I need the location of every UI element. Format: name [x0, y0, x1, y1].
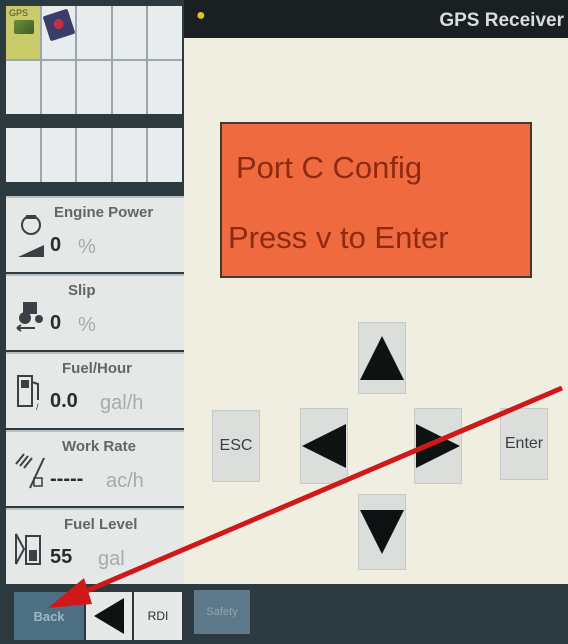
gauge-label: Fuel/Hour	[62, 360, 132, 377]
back-button[interactable]: Back	[14, 592, 84, 640]
previous-page-button[interactable]	[86, 592, 132, 640]
gps-tile-label: GPS	[9, 8, 29, 18]
shortcut-tile[interactable]	[112, 128, 147, 182]
gauge-value: 0.0	[50, 390, 78, 412]
shortcut-tile[interactable]	[77, 61, 111, 114]
down-arrow-icon	[360, 510, 404, 554]
gauge-label: Slip	[68, 282, 96, 299]
left-panel: GPS Engine Power 0 % Slip 0 % / Fuel/Hou…	[0, 0, 184, 644]
display-line-2: Press v to Enter	[228, 220, 449, 255]
engine-icon	[14, 212, 48, 260]
gauge-work-rate: Work Rate ----- ac/h	[6, 430, 184, 506]
shortcut-tile[interactable]	[6, 128, 40, 182]
gauge-value: 0	[50, 234, 62, 256]
shortcut-tile[interactable]	[41, 61, 76, 114]
book-icon	[42, 8, 75, 42]
gauge-unit: %	[78, 314, 96, 336]
svg-text:/: /	[36, 402, 39, 412]
window-title: GPS Receiver	[439, 10, 564, 31]
gauge-fuel-hour: / Fuel/Hour 0.0 gal/h	[6, 352, 184, 428]
left-arrow-icon	[94, 598, 124, 634]
title-bar: ● GPS Receiver	[184, 0, 568, 38]
esc-button[interactable]: ESC	[212, 410, 260, 482]
gauge-label: Engine Power	[54, 204, 154, 221]
gps-icon	[14, 20, 34, 34]
lcd-display: Port C Config Press v to Enter	[220, 122, 532, 278]
gauge-label: Work Rate	[62, 438, 136, 455]
gauge-unit: gal	[98, 548, 125, 570]
gauge-slip: Slip 0 %	[6, 274, 184, 350]
shortcut-tile[interactable]	[112, 61, 147, 114]
shortcut-tile[interactable]	[77, 128, 111, 182]
gauge-value: 55	[50, 546, 73, 568]
up-arrow-icon	[360, 336, 404, 380]
display-line-1: Port C Config	[236, 150, 423, 185]
gauge-value: 0	[50, 312, 62, 334]
down-arrow-button[interactable]	[358, 494, 406, 570]
fuel-level-icon	[14, 524, 48, 572]
shortcut-tile[interactable]	[41, 128, 76, 182]
shortcut-row	[6, 128, 182, 182]
enter-button[interactable]: Enter	[500, 408, 548, 480]
shortcut-tile[interactable]	[112, 6, 147, 59]
gps-shortcut-tile[interactable]: GPS	[6, 6, 40, 59]
gauge-fuel-level: Fuel Level 55 gal	[6, 508, 184, 584]
gauge-unit: gal/h	[100, 392, 144, 414]
gauge-unit: %	[78, 236, 96, 258]
shortcut-tile[interactable]	[148, 128, 182, 182]
gauge-unit: ac/h	[106, 470, 144, 492]
book-shortcut-tile[interactable]	[41, 6, 76, 59]
rdi-button[interactable]: RDI	[134, 592, 182, 640]
shortcut-tile[interactable]	[77, 6, 111, 59]
safety-button[interactable]: Safety	[194, 590, 250, 634]
shortcut-tile[interactable]	[6, 61, 40, 114]
left-arrow-icon	[302, 424, 346, 468]
up-arrow-button[interactable]	[358, 322, 406, 394]
gauge-label: Fuel Level	[64, 516, 138, 533]
shortcut-tile[interactable]	[148, 6, 182, 59]
gauge-engine-power: Engine Power 0 %	[6, 196, 184, 272]
main-content: Port C Config Press v to Enter ESC Enter	[184, 38, 568, 584]
left-arrow-button[interactable]	[300, 408, 348, 484]
right-arrow-button[interactable]	[414, 408, 462, 484]
right-arrow-icon	[416, 424, 460, 468]
work-rate-icon	[14, 446, 48, 494]
status-indicator-icon: ●	[196, 7, 206, 24]
fuel-pump-icon: /	[14, 368, 48, 416]
shortcut-tile[interactable]	[148, 61, 182, 114]
tractor-slip-icon	[14, 290, 48, 338]
gauge-value: -----	[50, 468, 84, 490]
shortcut-grid: GPS	[6, 6, 182, 114]
